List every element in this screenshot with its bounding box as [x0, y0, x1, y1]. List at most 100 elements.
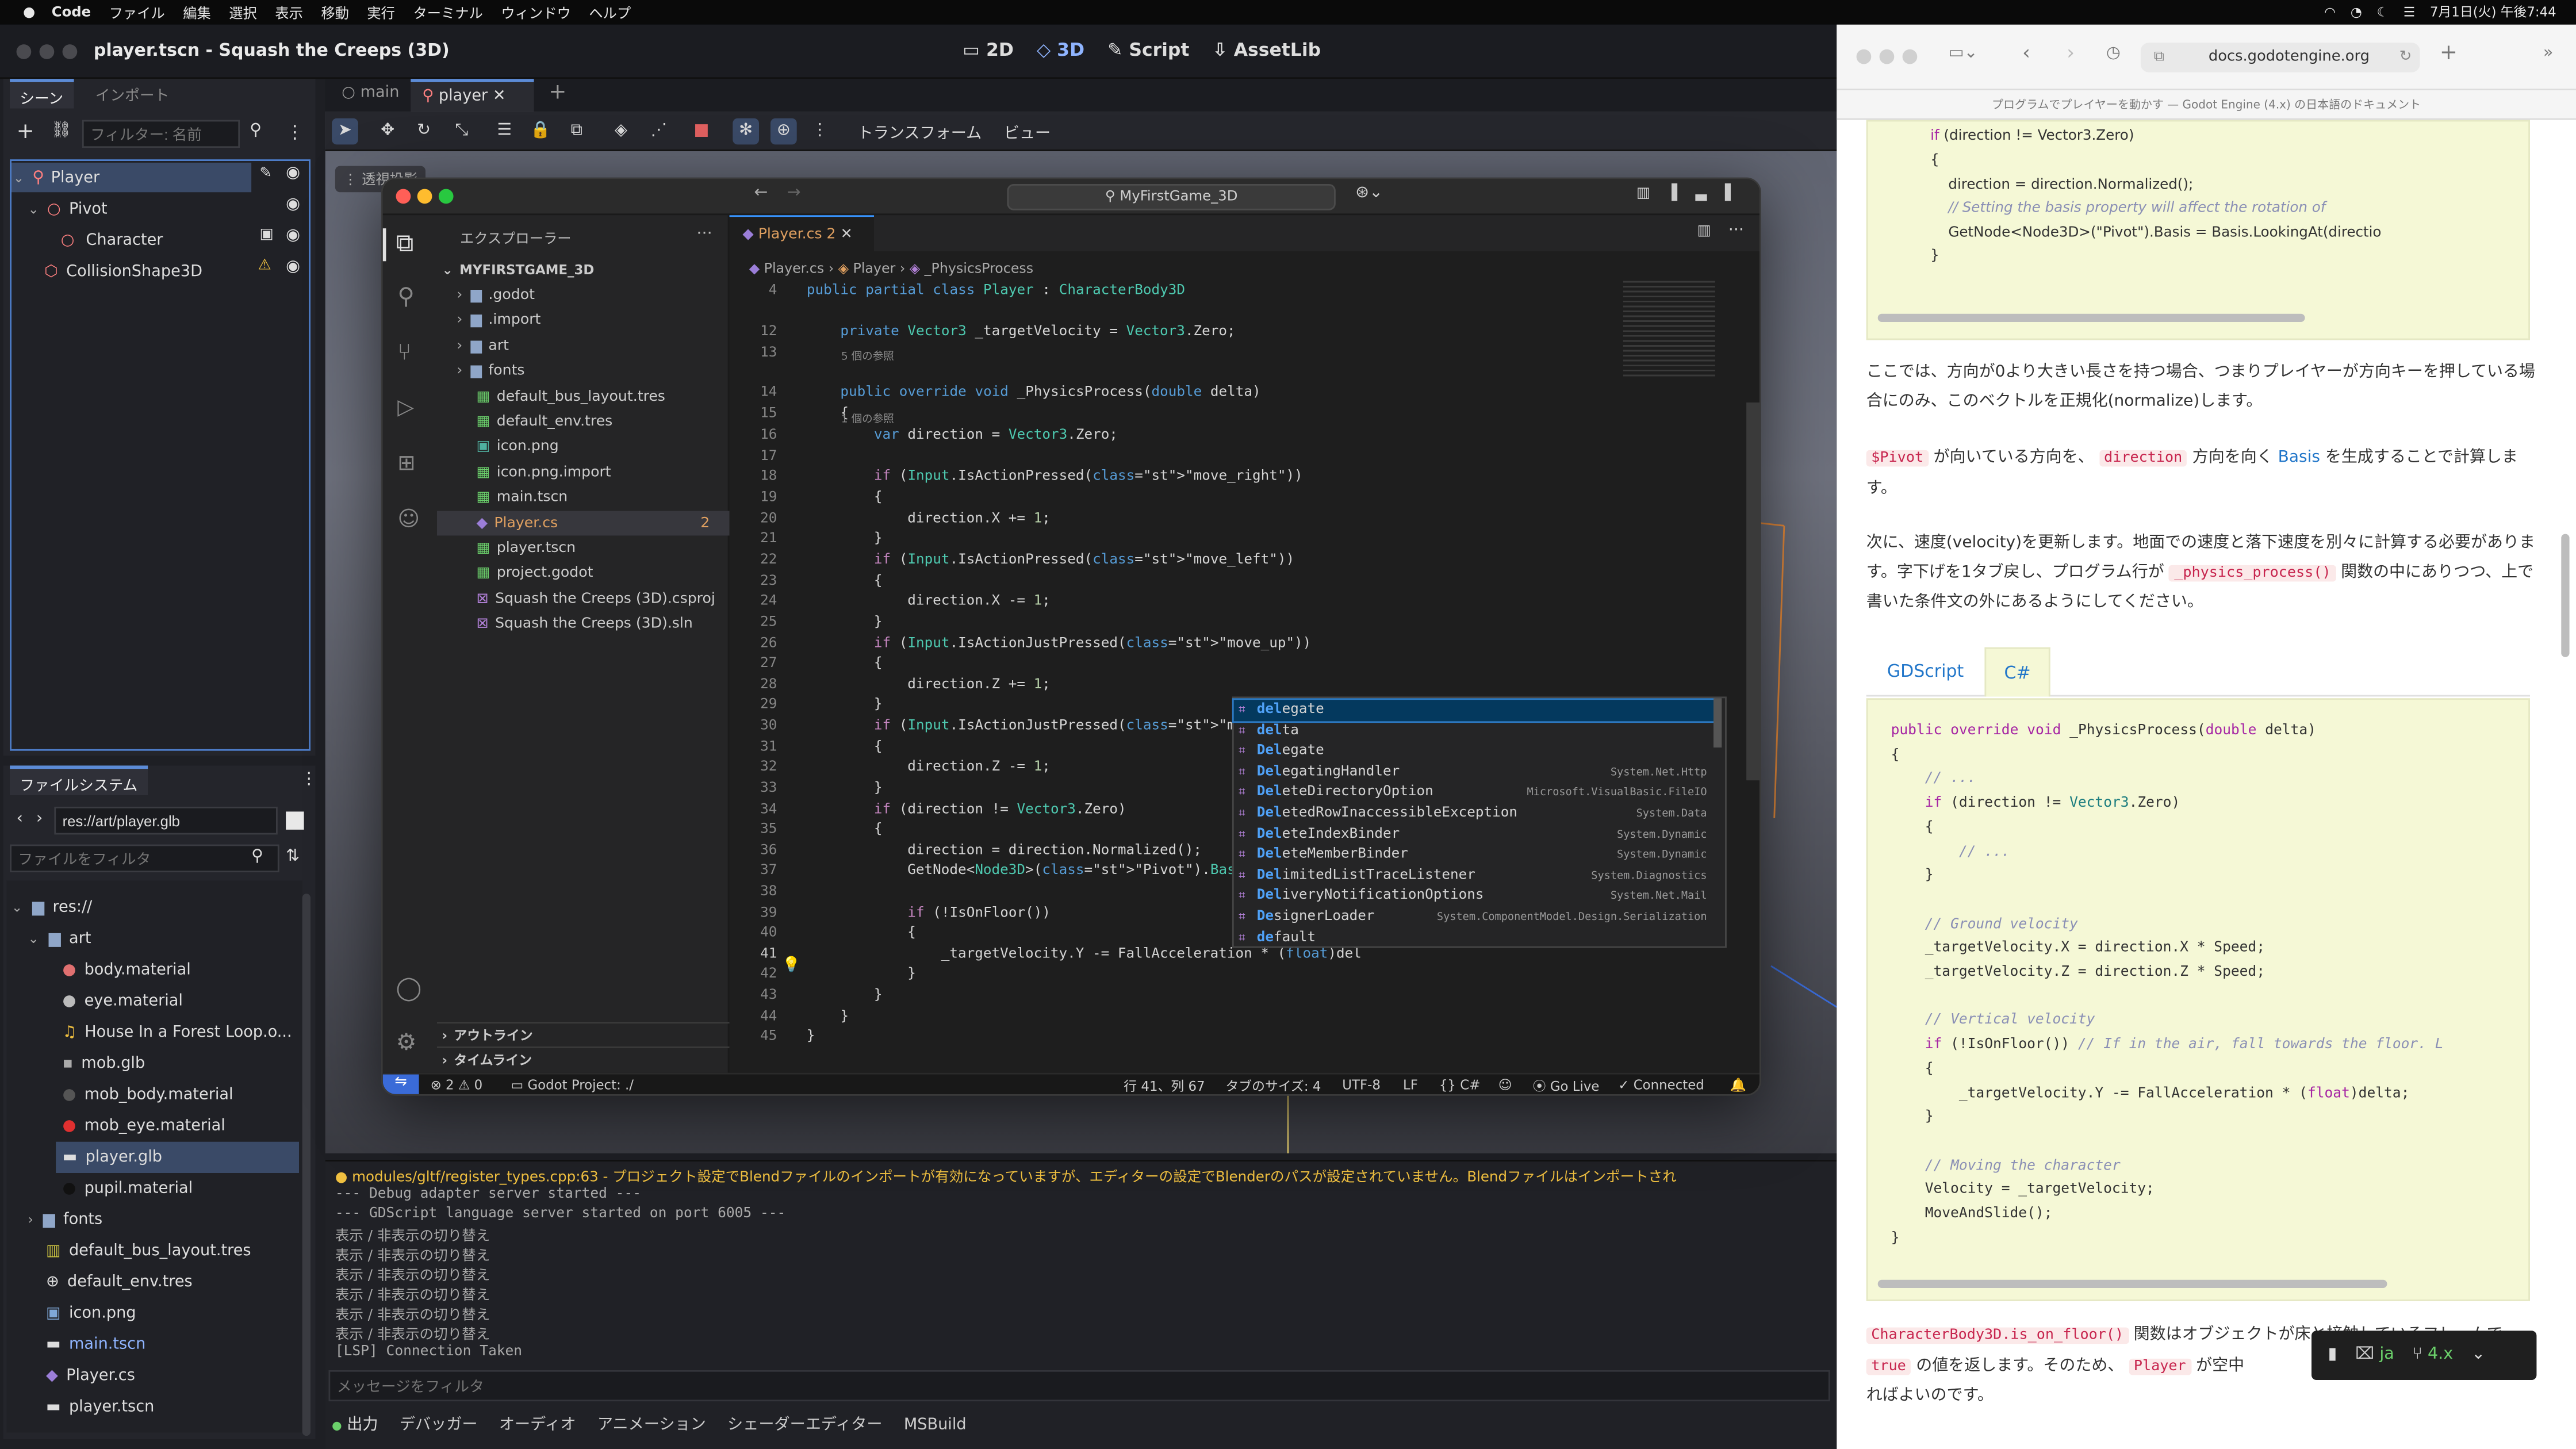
suggestion-item[interactable]: ⌗ DeliveryNotificationOptions System.Net.M…: [1234, 886, 1713, 907]
minimize-icon[interactable]: [1879, 49, 1895, 64]
reload-icon[interactable]: ↻: [2399, 43, 2412, 72]
move-tool-icon[interactable]: ✥: [374, 118, 401, 145]
outline-section[interactable]: › アウトライン: [437, 1022, 730, 1047]
account-icon[interactable]: ◯: [396, 976, 422, 1002]
tab-output[interactable]: 出力: [347, 1416, 378, 1434]
fs-item-main-tscn[interactable]: ▬ main.tscn: [46, 1329, 145, 1360]
browser-tab-title[interactable]: プログラムでプレイヤーを動かす — Godot Engine (4.x) の日本…: [1837, 90, 2576, 120]
breadcrumb-item[interactable]: Player: [853, 259, 896, 276]
fs-item-icon-png[interactable]: ▣ icon.png: [46, 1298, 136, 1329]
code-line[interactable]: 27 {: [730, 654, 1715, 674]
suggestion-item[interactable]: ⌗ DelegatingHandler System.Net.Http: [1234, 762, 1713, 783]
more-icon[interactable]: ⋮: [301, 770, 317, 788]
menu-select[interactable]: 選択: [229, 2, 257, 22]
breadcrumb-item[interactable]: _PhysicsProcess: [925, 259, 1033, 276]
go-live-button[interactable]: ⦿ Go Live: [1533, 1078, 1600, 1094]
code-line[interactable]: 19 {: [730, 488, 1715, 509]
close-icon[interactable]: ✕: [493, 87, 506, 105]
code-line[interactable]: 42 }: [730, 964, 1715, 985]
transform-menu[interactable]: トランスフォーム: [857, 120, 982, 143]
fs-filter-input[interactable]: [10, 844, 279, 873]
group-icon[interactable]: ⧉: [564, 118, 590, 145]
explorer-item[interactable]: ▦ default_env.tres: [437, 410, 730, 435]
page-scrollbar[interactable]: [2561, 534, 2570, 657]
explorer-item[interactable]: ▦ player.tscn: [437, 536, 730, 562]
scale-tool-icon[interactable]: ⤡: [448, 118, 475, 145]
fs-item-fonts[interactable]: › ▆ fonts: [28, 1204, 103, 1235]
new-tab-icon[interactable]: +: [2440, 41, 2458, 66]
sun-icon[interactable]: ✻: [733, 118, 759, 145]
suggestion-item[interactable]: ⌗ DeleteMemberBinder System.Dynamic: [1234, 845, 1713, 865]
explorer-item[interactable]: ▣ icon.png: [437, 435, 730, 461]
tree-node-collisionshape3d[interactable]: ⬡ CollisionShape3D: [44, 256, 202, 286]
explorer-item[interactable]: ▦ icon.png.import: [437, 461, 730, 486]
minimize-icon[interactable]: [417, 189, 432, 204]
codelens-references[interactable]: 1 個の参照: [841, 409, 894, 425]
fs-item-player-cs[interactable]: ◆ Player.cs: [46, 1360, 135, 1392]
code-line[interactable]: 16 var direction = Vector3.Zero;: [730, 425, 1715, 446]
list-select-icon[interactable]: ☰: [491, 118, 518, 145]
forward-icon[interactable]: ›: [36, 810, 43, 828]
link-icon[interactable]: ⛓: [51, 121, 72, 139]
fs-item-art[interactable]: ⌄ ▆ art: [28, 923, 91, 954]
codelens-references[interactable]: 5 個の参照: [841, 347, 894, 363]
explorer-root[interactable]: ⌄ MYFIRSTGAME_3D: [437, 258, 730, 283]
suggestion-item[interactable]: ⌗ delta: [1234, 720, 1713, 741]
tab-shader-editor[interactable]: シェーダーエディター: [727, 1416, 883, 1434]
eye-icon[interactable]: ◉: [286, 164, 300, 182]
tab-import[interactable]: インポート: [86, 79, 179, 108]
tab-player-cs[interactable]: ◆ Player.cs 2 ✕: [729, 215, 874, 252]
close-icon[interactable]: [396, 189, 411, 204]
code-area[interactable]: 4 public partial class Player : Character…: [730, 281, 1715, 1073]
remote-icon[interactable]: ⇋: [382, 1074, 419, 1094]
fs-item-mob-eye-material[interactable]: ● mob_eye.material: [63, 1110, 225, 1141]
explorer-item[interactable]: ▦ default_bus_layout.tres: [437, 385, 730, 410]
back-icon[interactable]: ‹: [2022, 41, 2030, 64]
code-line[interactable]: 12 private Vector3 _targetVelocity = Vec…: [730, 322, 1715, 343]
breadcrumb-item[interactable]: Player.cs: [764, 259, 825, 276]
suggestion-item[interactable]: ⌗ delegate: [1232, 698, 1715, 722]
gear-icon[interactable]: ⚙: [396, 1030, 417, 1056]
lock-icon[interactable]: 🔒: [527, 118, 554, 145]
godot-icon[interactable]: ☺: [397, 508, 420, 532]
command-center-search[interactable]: ⚲ MyFirstGame_3D: [1007, 184, 1336, 210]
explorer-item[interactable]: ⊠ Squash the Creeps (3D).sln: [437, 612, 730, 638]
snap-icon[interactable]: ⋰: [646, 118, 672, 145]
cursor-position[interactable]: 行 41、列 67: [1124, 1078, 1205, 1094]
copilot-status-icon[interactable]: ☺: [1498, 1078, 1512, 1092]
menu-run[interactable]: 実行: [367, 2, 395, 22]
version-label[interactable]: 4.x: [2428, 1346, 2453, 1363]
code-line[interactable]: 28 direction.Z += 1;: [730, 675, 1715, 696]
close-icon[interactable]: [1856, 49, 1872, 64]
wifi-icon[interactable]: ◔: [2351, 5, 2362, 20]
suggestion-item[interactable]: ⌗ DeleteIndexBinder System.Dynamic: [1234, 824, 1713, 845]
fs-item-body-material[interactable]: ● body.material: [63, 954, 191, 986]
fs-item-eye-material[interactable]: ● eye.material: [63, 986, 183, 1017]
headphones-icon[interactable]: ◠: [2324, 5, 2336, 20]
language-label[interactable]: ja: [2379, 1346, 2394, 1363]
suggestion-item[interactable]: ⌗ DesignerLoader System.ComponentModel.Des…: [1234, 907, 1713, 927]
code-scrollbar[interactable]: [1877, 1279, 2387, 1288]
tab-filesystem[interactable]: ファイルシステム: [10, 765, 148, 795]
close-icon[interactable]: [16, 44, 32, 59]
code-line[interactable]: 23 {: [730, 572, 1715, 592]
fs-item-default-env[interactable]: ⊕ default_env.tres: [46, 1267, 193, 1298]
code-line[interactable]: 20 direction.X += 1;: [730, 509, 1715, 530]
code-line[interactable]: 45}: [730, 1027, 1715, 1048]
menu-edit[interactable]: 編集: [183, 2, 211, 22]
tree-node-player[interactable]: ⌄ ⚲ Player: [12, 162, 252, 193]
toggle-secondary-sidebar-icon[interactable]: ▌: [1725, 186, 1736, 202]
eye-icon[interactable]: ◉: [286, 258, 300, 276]
code-line[interactable]: 18 if (Input.IsActionPressed(class="st">…: [730, 466, 1715, 487]
suggestion-item[interactable]: ⌗ DeletedRowInaccessibleException System.D…: [1234, 803, 1713, 824]
search-icon[interactable]: ⚲: [397, 284, 414, 310]
explorer-item-player-cs[interactable]: ◆ Player.cs 2: [437, 511, 730, 536]
forward-icon[interactable]: ›: [2067, 41, 2075, 64]
warning-icon[interactable]: ⚠: [258, 258, 271, 275]
tree-node-character[interactable]: ○ Character: [61, 225, 163, 254]
explorer-item[interactable]: › ▆ fonts: [437, 359, 730, 385]
godot-project-status[interactable]: ▭ Godot Project: ./: [511, 1078, 634, 1092]
address-bar[interactable]: ⧉ docs.godotengine.org ↻: [2140, 43, 2420, 72]
encoding[interactable]: UTF-8: [1342, 1078, 1381, 1092]
mode-2d-button[interactable]: ▭ 2D: [963, 40, 1014, 61]
